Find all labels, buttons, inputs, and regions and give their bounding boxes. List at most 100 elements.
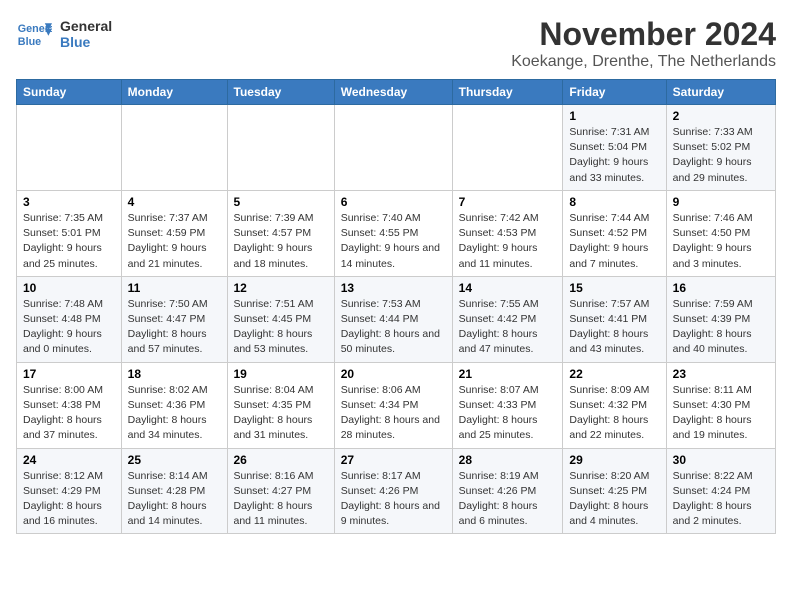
day-cell: 7 Sunrise: 7:42 AMSunset: 4:53 PMDaylight… — [452, 190, 563, 276]
day-cell: 29 Sunrise: 8:20 AMSunset: 4:25 PMDayligh… — [563, 448, 666, 534]
day-info: Sunrise: 7:35 AMSunset: 5:01 PMDaylight:… — [23, 211, 115, 272]
day-number: 11 — [128, 281, 221, 295]
day-cell — [452, 105, 563, 191]
week-row-4: 17 Sunrise: 8:00 AMSunset: 4:38 PMDayligh… — [17, 362, 776, 448]
day-cell: 14 Sunrise: 7:55 AMSunset: 4:42 PMDayligh… — [452, 276, 563, 362]
day-info: Sunrise: 7:33 AMSunset: 5:02 PMDaylight:… — [673, 125, 769, 186]
day-info: Sunrise: 8:14 AMSunset: 4:28 PMDaylight:… — [128, 469, 221, 530]
day-number: 6 — [341, 195, 446, 209]
day-cell: 11 Sunrise: 7:50 AMSunset: 4:47 PMDayligh… — [121, 276, 227, 362]
day-number: 25 — [128, 453, 221, 467]
day-number: 5 — [234, 195, 328, 209]
day-cell — [17, 105, 122, 191]
day-number: 20 — [341, 367, 446, 381]
day-number: 17 — [23, 367, 115, 381]
day-info: Sunrise: 8:20 AMSunset: 4:25 PMDaylight:… — [569, 469, 659, 530]
day-info: Sunrise: 7:55 AMSunset: 4:42 PMDaylight:… — [459, 297, 557, 358]
logo-text-line1: General — [60, 18, 112, 34]
day-info: Sunrise: 8:00 AMSunset: 4:38 PMDaylight:… — [23, 383, 115, 444]
day-info: Sunrise: 8:07 AMSunset: 4:33 PMDaylight:… — [459, 383, 557, 444]
day-info: Sunrise: 8:04 AMSunset: 4:35 PMDaylight:… — [234, 383, 328, 444]
day-cell — [227, 105, 334, 191]
day-cell: 10Sunrise: 7:48 AMSunset: 4:48 PMDayligh… — [17, 276, 122, 362]
day-info: Sunrise: 7:51 AMSunset: 4:45 PMDaylight:… — [234, 297, 328, 358]
logo: General Blue General Blue — [16, 16, 112, 52]
title-area: November 2024 Koekange, Drenthe, The Net… — [511, 16, 776, 71]
day-info: Sunrise: 8:12 AMSunset: 4:29 PMDaylight:… — [23, 469, 115, 530]
day-number: 30 — [673, 453, 769, 467]
calendar-table: SundayMondayTuesdayWednesdayThursdayFrid… — [16, 79, 776, 534]
day-info: Sunrise: 8:17 AMSunset: 4:26 PMDaylight:… — [341, 469, 446, 530]
location-title: Koekange, Drenthe, The Netherlands — [511, 53, 776, 71]
day-cell: 27 Sunrise: 8:17 AMSunset: 4:26 PMDayligh… — [334, 448, 452, 534]
day-info: Sunrise: 7:42 AMSunset: 4:53 PMDaylight:… — [459, 211, 557, 272]
day-info: Sunrise: 7:53 AMSunset: 4:44 PMDaylight:… — [341, 297, 446, 358]
column-header-thursday: Thursday — [452, 80, 563, 105]
day-number: 22 — [569, 367, 659, 381]
day-info: Sunrise: 8:16 AMSunset: 4:27 PMDaylight:… — [234, 469, 328, 530]
column-header-tuesday: Tuesday — [227, 80, 334, 105]
day-number: 23 — [673, 367, 769, 381]
day-cell: 3 Sunrise: 7:35 AMSunset: 5:01 PMDaylight… — [17, 190, 122, 276]
day-info: Sunrise: 7:57 AMSunset: 4:41 PMDaylight:… — [569, 297, 659, 358]
day-number: 28 — [459, 453, 557, 467]
day-info: Sunrise: 7:50 AMSunset: 4:47 PMDaylight:… — [128, 297, 221, 358]
day-cell: 20 Sunrise: 8:06 AMSunset: 4:34 PMDayligh… — [334, 362, 452, 448]
day-number: 4 — [128, 195, 221, 209]
day-cell: 30Sunrise: 8:22 AMSunset: 4:24 PMDayligh… — [666, 448, 775, 534]
day-info: Sunrise: 7:40 AMSunset: 4:55 PMDaylight:… — [341, 211, 446, 272]
day-number: 18 — [128, 367, 221, 381]
day-cell: 23Sunrise: 8:11 AMSunset: 4:30 PMDayligh… — [666, 362, 775, 448]
week-row-3: 10Sunrise: 7:48 AMSunset: 4:48 PMDayligh… — [17, 276, 776, 362]
day-cell: 25 Sunrise: 8:14 AMSunset: 4:28 PMDayligh… — [121, 448, 227, 534]
day-info: Sunrise: 8:09 AMSunset: 4:32 PMDaylight:… — [569, 383, 659, 444]
day-info: Sunrise: 7:48 AMSunset: 4:48 PMDaylight:… — [23, 297, 115, 358]
day-cell: 26 Sunrise: 8:16 AMSunset: 4:27 PMDayligh… — [227, 448, 334, 534]
day-cell: 22 Sunrise: 8:09 AMSunset: 4:32 PMDayligh… — [563, 362, 666, 448]
day-cell: 2 Sunrise: 7:33 AMSunset: 5:02 PMDaylight… — [666, 105, 775, 191]
day-info: Sunrise: 7:59 AMSunset: 4:39 PMDaylight:… — [673, 297, 769, 358]
day-cell: 24Sunrise: 8:12 AMSunset: 4:29 PMDayligh… — [17, 448, 122, 534]
column-header-friday: Friday — [563, 80, 666, 105]
day-number: 2 — [673, 109, 769, 123]
day-cell: 28 Sunrise: 8:19 AMSunset: 4:26 PMDayligh… — [452, 448, 563, 534]
day-info: Sunrise: 8:19 AMSunset: 4:26 PMDaylight:… — [459, 469, 557, 530]
day-number: 9 — [673, 195, 769, 209]
logo-text-line2: Blue — [60, 34, 112, 50]
day-info: Sunrise: 7:37 AMSunset: 4:59 PMDaylight:… — [128, 211, 221, 272]
day-cell — [334, 105, 452, 191]
day-number: 16 — [673, 281, 769, 295]
day-number: 14 — [459, 281, 557, 295]
day-number: 13 — [341, 281, 446, 295]
week-row-2: 3 Sunrise: 7:35 AMSunset: 5:01 PMDaylight… — [17, 190, 776, 276]
column-header-monday: Monday — [121, 80, 227, 105]
day-cell: 1 Sunrise: 7:31 AMSunset: 5:04 PMDaylight… — [563, 105, 666, 191]
calendar-header-row: SundayMondayTuesdayWednesdayThursdayFrid… — [17, 80, 776, 105]
logo-icon: General Blue — [16, 16, 52, 52]
day-number: 15 — [569, 281, 659, 295]
day-cell: 5 Sunrise: 7:39 AMSunset: 4:57 PMDaylight… — [227, 190, 334, 276]
day-number: 27 — [341, 453, 446, 467]
day-number: 8 — [569, 195, 659, 209]
day-info: Sunrise: 8:06 AMSunset: 4:34 PMDaylight:… — [341, 383, 446, 444]
day-info: Sunrise: 7:39 AMSunset: 4:57 PMDaylight:… — [234, 211, 328, 272]
day-number: 1 — [569, 109, 659, 123]
column-header-sunday: Sunday — [17, 80, 122, 105]
day-number: 19 — [234, 367, 328, 381]
day-number: 26 — [234, 453, 328, 467]
day-cell: 16 Sunrise: 7:59 AMSunset: 4:39 PMDayligh… — [666, 276, 775, 362]
day-cell: 9 Sunrise: 7:46 AMSunset: 4:50 PMDaylight… — [666, 190, 775, 276]
day-info: Sunrise: 7:31 AMSunset: 5:04 PMDaylight:… — [569, 125, 659, 186]
day-cell: 17 Sunrise: 8:00 AMSunset: 4:38 PMDayligh… — [17, 362, 122, 448]
day-cell: 15 Sunrise: 7:57 AMSunset: 4:41 PMDayligh… — [563, 276, 666, 362]
day-info: Sunrise: 7:46 AMSunset: 4:50 PMDaylight:… — [673, 211, 769, 272]
page-header: General Blue General Blue November 2024 … — [16, 16, 776, 71]
day-cell: 21Sunrise: 8:07 AMSunset: 4:33 PMDayligh… — [452, 362, 563, 448]
day-number: 7 — [459, 195, 557, 209]
day-number: 3 — [23, 195, 115, 209]
day-cell: 8Sunrise: 7:44 AMSunset: 4:52 PMDaylight… — [563, 190, 666, 276]
svg-text:Blue: Blue — [18, 36, 41, 48]
day-cell: 12Sunrise: 7:51 AMSunset: 4:45 PMDayligh… — [227, 276, 334, 362]
day-number: 29 — [569, 453, 659, 467]
day-cell: 13 Sunrise: 7:53 AMSunset: 4:44 PMDayligh… — [334, 276, 452, 362]
